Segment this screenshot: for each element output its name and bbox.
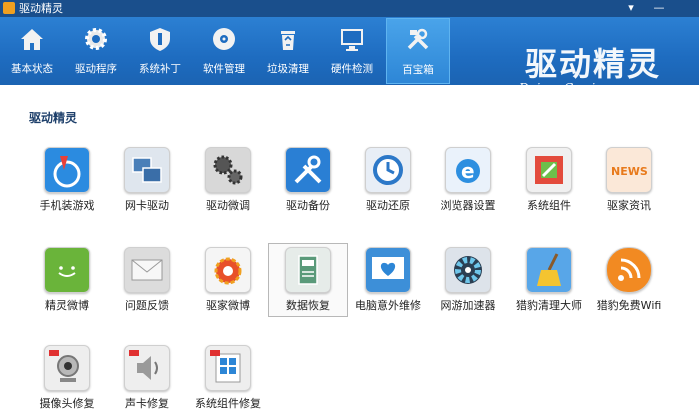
app-webcam-repair[interactable]: 摄像头修复 xyxy=(28,345,106,415)
app-pc-repair[interactable]: 电脑意外维修 xyxy=(349,247,427,317)
app-mobile-games[interactable]: 手机装游戏 xyxy=(28,147,106,217)
app-feedback[interactable]: 问题反馈 xyxy=(108,247,186,317)
app-logo-icon xyxy=(3,2,15,14)
svg-text:NEWS: NEWS xyxy=(611,165,648,178)
app-data-recovery[interactable]: 数据恢复 xyxy=(268,243,348,317)
brand-name: 驱动精灵 xyxy=(525,45,662,83)
tab-label: 垃圾清理 xyxy=(267,63,309,75)
gear-icon xyxy=(85,28,107,50)
home-icon xyxy=(21,29,43,50)
app-label: 系统组件修复 xyxy=(195,397,261,410)
smile-chat-icon xyxy=(44,247,90,293)
app-label: 驱家资讯 xyxy=(607,199,651,212)
disc-icon xyxy=(213,28,235,50)
heart-monitor-icon xyxy=(365,247,411,293)
tab-system-patch[interactable]: 系统补丁 xyxy=(128,17,192,85)
tab-software[interactable]: 软件管理 xyxy=(192,17,256,85)
window-title: 驱动精灵 xyxy=(19,2,63,15)
shield-icon xyxy=(150,28,170,51)
app-driver-tuning[interactable]: 驱动微调 xyxy=(189,147,267,217)
news-icon: NEWS xyxy=(606,147,652,193)
minimize-button[interactable]: — xyxy=(648,0,670,17)
app-driver-news[interactable]: NEWS 驱家资讯 xyxy=(590,147,668,217)
app-browser-settings[interactable]: e 浏览器设置 xyxy=(429,147,507,217)
app-home-weibo[interactable]: 驱家微博 xyxy=(189,247,267,317)
weibo-icon xyxy=(205,247,251,293)
tab-basic-status[interactable]: 基本状态 xyxy=(0,17,64,85)
tab-label: 硬件检测 xyxy=(331,63,373,75)
restore-clock-icon xyxy=(365,147,411,193)
app-cheetah-cleaner[interactable]: 猎豹清理大师 xyxy=(510,247,588,317)
recycle-bin-icon xyxy=(281,31,295,50)
app-network-card-driver[interactable]: 网卡驱动 xyxy=(108,147,186,217)
app-game-accelerator[interactable]: 网游加速器 xyxy=(429,247,507,317)
tab-toolbox[interactable]: 百宝箱 xyxy=(386,18,450,84)
title-bar: 驱动精灵 ▾ — xyxy=(0,0,699,17)
app-sound-card-repair[interactable]: 声卡修复 xyxy=(108,345,186,415)
tools-icon xyxy=(407,28,429,50)
fan-accelerator-icon xyxy=(445,247,491,293)
broom-icon xyxy=(526,247,572,293)
tab-label: 系统补丁 xyxy=(139,63,181,75)
brand-logo: 驱动精灵 DriverGenius.com xyxy=(515,39,685,99)
app-driver-restore[interactable]: 驱动还原 xyxy=(349,147,427,217)
wrench-tools-icon xyxy=(285,147,331,193)
app-label: 猎豹免费Wifi xyxy=(596,299,662,312)
wifi-icon xyxy=(606,247,652,293)
monitor-icon xyxy=(341,29,363,51)
tab-label: 基本状态 xyxy=(11,63,53,75)
section-title: 驱动精灵 xyxy=(29,111,78,125)
menu-dropdown-button[interactable]: ▾ xyxy=(620,0,642,17)
data-recovery-icon xyxy=(285,247,331,293)
svg-text:e: e xyxy=(461,159,475,183)
tab-hardware[interactable]: 硬件检测 xyxy=(320,17,384,85)
tab-label: 软件管理 xyxy=(203,63,245,75)
main-toolbar: 基本状态 驱动程序 系统补丁 软件管理 垃圾清理 硬件检测 百宝箱 驱动精灵 D… xyxy=(0,17,699,95)
phone-game-icon xyxy=(44,147,90,193)
speaker-icon xyxy=(124,345,170,391)
app-system-component-repair[interactable]: 系统组件修复 xyxy=(189,345,267,415)
webcam-icon xyxy=(44,345,90,391)
envelope-icon xyxy=(124,247,170,293)
system-component-icon xyxy=(526,147,572,193)
gears-icon xyxy=(205,147,251,193)
app-driver-backup[interactable]: 驱动备份 xyxy=(269,147,347,217)
brand-url: DriverGenius.com xyxy=(519,81,646,95)
tab-label: 驱动程序 xyxy=(75,63,117,75)
tab-drivers[interactable]: 驱动程序 xyxy=(64,17,128,85)
tab-cleanup[interactable]: 垃圾清理 xyxy=(256,17,320,85)
app-cheetah-wifi[interactable]: 猎豹免费Wifi xyxy=(590,247,668,317)
tab-label: 百宝箱 xyxy=(402,64,434,76)
windows-repair-icon xyxy=(205,345,251,391)
ie-browser-icon: e xyxy=(445,147,491,193)
app-system-component[interactable]: 系统组件 xyxy=(510,147,588,217)
network-card-icon xyxy=(124,147,170,193)
app-genius-weibo[interactable]: 精灵微博 xyxy=(28,247,106,317)
